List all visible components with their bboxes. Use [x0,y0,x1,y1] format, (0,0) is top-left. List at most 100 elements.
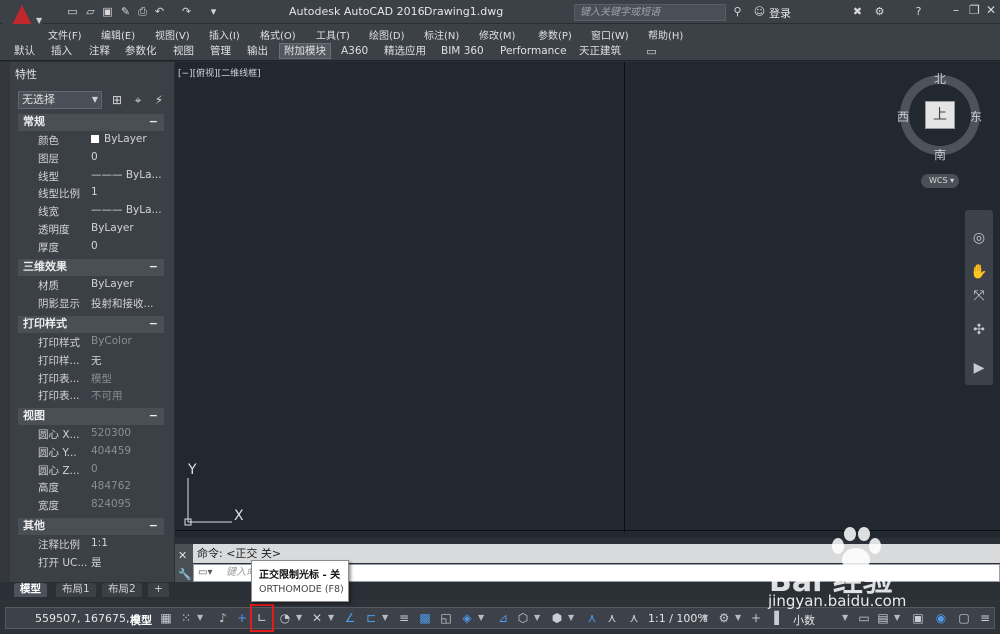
property-value[interactable]: 0 [91,463,98,475]
property-value[interactable]: 模型 [91,371,112,386]
close-icon[interactable]: ✕ [986,3,996,17]
compass-west[interactable]: 西 [897,108,909,125]
login-button[interactable]: 登录 [769,5,791,21]
property-value[interactable]: 824095 [91,498,131,510]
tab-performance[interactable]: Performance [496,44,571,60]
toggle-pickadd-icon[interactable]: ⊞ [110,93,124,107]
chevron-down-icon[interactable]: ▼ [568,613,574,622]
viewport-controls[interactable]: [−][俯视][二维线框] [178,66,261,79]
property-value[interactable]: ByLayer [91,133,147,145]
help-icon[interactable]: ? [912,5,925,18]
section-header[interactable]: 视图 − [18,408,164,425]
customization-icon[interactable]: ≡ [977,610,993,626]
menu-help[interactable]: 帮助(H) [648,27,683,42]
save-icon[interactable]: ▣ [101,5,114,18]
menu-format[interactable]: 格式(O) [260,27,296,42]
customize-wrench-icon[interactable]: 🔧 [178,568,192,581]
property-value[interactable]: ByLayer [91,278,134,290]
menu-window[interactable]: 窗口(W) [591,27,629,42]
lineweight-icon[interactable]: ≡ [396,610,412,626]
property-value[interactable]: 1:1 [91,537,108,549]
pan-icon[interactable]: ✋ [969,262,989,282]
chevron-down-icon[interactable]: ▼ [534,613,540,622]
collapse-icon[interactable]: − [149,408,158,424]
drawing-canvas[interactable] [175,62,1000,538]
collapse-icon[interactable]: − [149,114,158,130]
tab-tangent[interactable]: 天正建筑 [575,44,625,60]
object-snap-tracking-icon[interactable]: ∠ [342,610,358,626]
open-file-icon[interactable]: ▱ [84,5,97,18]
palette-grip[interactable] [0,62,10,582]
annotation-monitor-icon[interactable]: + [748,610,764,626]
chevron-down-icon[interactable]: ▼ [702,613,708,622]
command-prompt-icon[interactable]: ▭▾ [198,567,212,578]
search-input[interactable]: 键入关键字或短语 [574,4,726,21]
property-value[interactable]: 是 [91,555,102,570]
menu-edit[interactable]: 编辑(E) [101,27,135,42]
new-file-icon[interactable]: ▭ [66,5,79,18]
menu-dimension[interactable]: 标注(N) [424,27,459,42]
transparency-icon[interactable]: ▩ [417,610,433,626]
property-value[interactable]: 0 [91,240,98,252]
selection-filter-icon[interactable]: ⬡ [515,610,531,626]
selection-cycling-icon[interactable]: ◱ [438,610,454,626]
restore-icon[interactable]: ❐ [969,3,980,17]
annotation-scale-icon[interactable]: ⋏ [626,610,642,626]
quick-select-icon[interactable]: ⚡ [152,93,166,107]
units-readout[interactable]: 小数 [793,612,815,628]
steering-wheel-icon[interactable]: ◎ [969,228,989,248]
tab-annotate[interactable]: 注释 [85,44,114,60]
wcs-menu-button[interactable]: WCS ▾ [921,174,959,188]
tab-view[interactable]: 视图 [169,44,198,60]
compass-east[interactable]: 东 [970,108,982,125]
tab-parametric[interactable]: 参数化 [121,44,161,60]
zoom-extents-icon[interactable]: ⤧ [969,286,989,306]
collapse-icon[interactable]: − [149,518,158,534]
chevron-down-icon[interactable]: ▼ [894,613,900,622]
isolate-objects-icon[interactable]: ▣ [910,610,926,626]
selection-dropdown[interactable]: 无选择 ▼ [18,91,102,109]
tab-a360[interactable]: A360 [337,44,372,60]
tab-output[interactable]: 输出 [243,44,272,60]
section-header[interactable]: 常规 − [18,114,164,131]
workspace-gear-icon[interactable]: ⚙ [716,610,732,626]
user-icon[interactable]: ☺ [753,5,766,18]
grid-icon[interactable]: ▦ [158,610,174,626]
ribbon-options-icon[interactable]: ▭ [645,45,658,58]
clean-screen-icon[interactable]: ▢ [956,610,972,626]
exchange-icon[interactable]: ✖ [851,5,864,18]
dynamic-input-icon[interactable]: + [234,610,250,626]
annotation-scale-readout[interactable]: 1:1 / 100% [648,612,708,625]
chevron-down-icon[interactable]: ▼ [296,613,302,622]
chevron-down-icon[interactable]: ▼ [842,613,848,622]
customize-quick-access-icon[interactable]: ▾ [207,5,220,18]
3d-object-snap-icon[interactable]: ◈ [459,610,475,626]
a360-icon[interactable]: ⚙ [873,5,886,18]
redo-icon[interactable]: ↷ [180,5,193,18]
menu-view[interactable]: 视图(V) [155,27,190,42]
isometric-drafting-icon[interactable]: ✕ [309,610,325,626]
property-value[interactable]: 520300 [91,427,131,439]
collapse-icon[interactable]: − [149,259,158,275]
menu-draw[interactable]: 绘图(D) [369,27,405,42]
chevron-down-icon[interactable]: ▼ [735,613,741,622]
tab-featured-apps[interactable]: 精选应用 [380,44,430,60]
gizmo-icon[interactable]: ⬢ [549,610,565,626]
chevron-down-icon[interactable]: ▼ [382,613,388,622]
property-value[interactable]: 投射和接收... [91,296,154,311]
property-value[interactable]: 1 [91,186,98,198]
model-space-button[interactable]: 模型 [130,612,152,628]
auto-scale-icon[interactable]: ⋏ [604,610,620,626]
undo-icon[interactable]: ↶ [153,5,166,18]
close-icon[interactable]: ✕ [178,549,187,562]
property-value[interactable]: ByColor [91,335,132,347]
add-layout-button[interactable]: + [148,583,169,597]
tab-layout2[interactable]: 布局2 [102,583,142,597]
property-value[interactable]: 不可用 [91,388,123,403]
compass-north[interactable]: 北 [934,70,946,87]
tab-addins[interactable]: 附加模块 [279,43,331,59]
showmotion-icon[interactable]: ▶ [969,358,989,378]
print-icon[interactable]: ⎙ [136,5,149,18]
polar-tracking-icon[interactable]: ◔ [277,610,293,626]
dynamic-ucs-icon[interactable]: ⊿ [495,610,511,626]
